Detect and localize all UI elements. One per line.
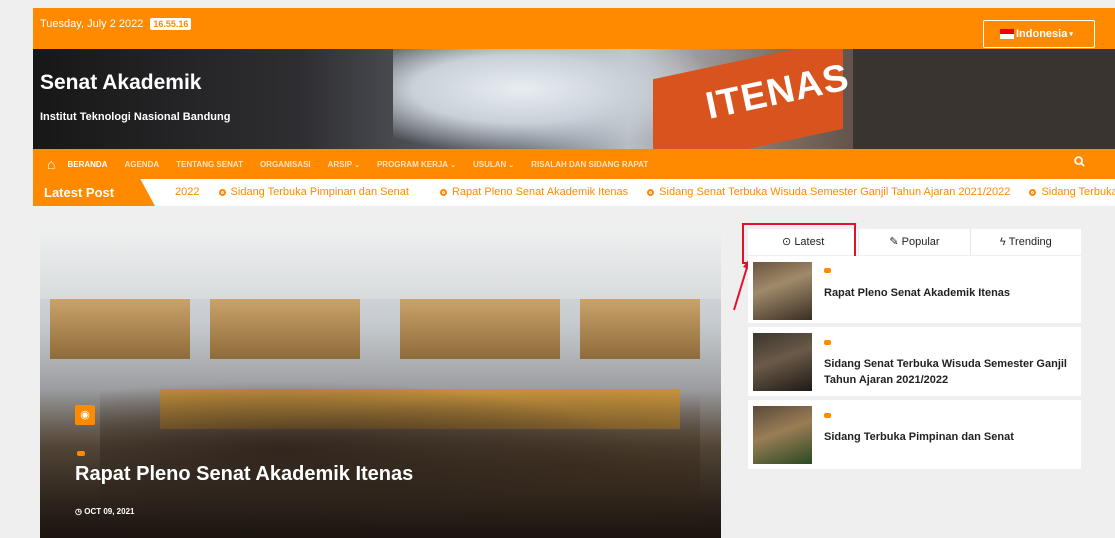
bullet-icon xyxy=(218,188,226,196)
nav-program-kerja[interactable]: Program Kerja ⌄ xyxy=(377,160,456,169)
latest-post-item[interactable]: Sidang Senat Terbuka Wisuda Semester Gan… xyxy=(748,327,1081,396)
post-title[interactable]: Sidang Senat Terbuka Wisuda Semester Gan… xyxy=(824,356,1071,388)
nav-risalah[interactable]: Risalah dan Sidang Rapat xyxy=(531,160,648,169)
post-thumbnail[interactable] xyxy=(753,262,812,320)
chevron-down-icon: ⌄ xyxy=(354,161,360,169)
photo-window xyxy=(210,299,360,359)
search-icon[interactable] xyxy=(1074,156,1085,170)
ticker-item[interactable]: 2022 xyxy=(175,186,199,198)
latest-post-ticker: Latest Post 2022 Sidang Terbuka Pimpinan… xyxy=(33,179,1115,206)
nav-program-kerja-label: Program Kerja xyxy=(376,159,449,169)
latest-post-item[interactable]: Rapat Pleno Senat Akademik Itenas xyxy=(748,256,1081,323)
indonesia-flag-icon xyxy=(1000,29,1014,39)
nav-tentang-senat[interactable]: Tentang Senat xyxy=(176,160,243,169)
category-badge[interactable] xyxy=(824,340,831,345)
post-title[interactable]: Rapat Pleno Senat Akademik Itenas xyxy=(824,285,1071,301)
main-navigation: ⌂ Beranda Agenda Tentang Senat Organisas… xyxy=(33,149,1115,179)
ticker-item-text: Sidang Terbuka Pir xyxy=(1041,186,1115,198)
header-banner: ITENAS Senat Akademik Institut Teknologi… xyxy=(33,49,1115,149)
ticker-label: Latest Post xyxy=(33,179,155,206)
bolt-icon: ϟ xyxy=(999,236,1006,248)
ticker-item[interactable]: Rapat Pleno Senat Akademik Itenas xyxy=(439,186,629,198)
nav-arsip[interactable]: Arsip ⌄ xyxy=(328,160,360,169)
nav-usulan-label: Usulan xyxy=(472,159,507,169)
site-title[interactable]: Senat Akademik xyxy=(40,71,201,95)
ticker-track: 2022 Sidang Terbuka Pimpinan dan Senat R… xyxy=(175,186,1115,198)
tab-popular[interactable]: ✎ Popular xyxy=(859,229,971,255)
nav-agenda[interactable]: Agenda xyxy=(124,160,159,169)
ticker-item-text: 2022 xyxy=(175,186,200,198)
chevron-down-icon: ⌄ xyxy=(450,161,456,169)
post-thumbnail[interactable] xyxy=(753,406,812,464)
language-label: Indonesia xyxy=(1016,28,1068,40)
photo-ceiling xyxy=(40,229,721,299)
nav-arsip-label: Arsip xyxy=(327,159,353,169)
tab-trending[interactable]: ϟ Trending xyxy=(971,229,1081,255)
featured-post[interactable]: ◉ Rapat Pleno Senat Akademik Itenas ◷ OC… xyxy=(40,229,721,538)
featured-title[interactable]: Rapat Pleno Senat Akademik Itenas xyxy=(75,463,413,486)
ticker-item[interactable]: Sidang Terbuka Pir xyxy=(1029,186,1115,198)
banner-building-right xyxy=(853,49,1115,149)
category-badge[interactable] xyxy=(824,268,831,273)
date-display: Tuesday, July 2 2022 16.55.16 xyxy=(40,18,192,30)
bullet-icon xyxy=(1029,188,1037,196)
ticker-item-text: Sidang Terbuka Pimpinan dan Senat xyxy=(230,186,409,198)
date-text: Tuesday, July 2 2022 xyxy=(40,18,144,30)
nav-organisasi[interactable]: Organisasi xyxy=(260,160,311,169)
featured-date-text: OCT 09, 2021 xyxy=(84,507,135,516)
ticker-item-text: Sidang Senat Terbuka Wisuda Semester Gan… xyxy=(659,186,1011,198)
caret-down-icon: ▾ xyxy=(1069,31,1073,38)
category-badge[interactable] xyxy=(824,413,831,418)
site-header: Tuesday, July 2 2022 16.55.16 Indonesia … xyxy=(33,8,1115,206)
latest-post-item[interactable]: Sidang Terbuka Pimpinan dan Senat xyxy=(748,400,1081,469)
category-badge[interactable] xyxy=(77,451,85,456)
language-selector[interactable]: Indonesia ▾ xyxy=(983,20,1095,48)
nav-beranda[interactable]: Beranda xyxy=(67,160,107,169)
top-bar: Tuesday, July 2 2022 16.55.16 Indonesia … xyxy=(33,8,1115,49)
tab-popular-label: Popular xyxy=(901,236,940,248)
fire-icon: ✎ xyxy=(889,236,899,248)
camera-icon[interactable]: ◉ xyxy=(75,405,95,425)
photo-window xyxy=(580,299,700,359)
bullet-icon xyxy=(647,188,655,196)
clock-icon: ◷ xyxy=(75,507,82,516)
site-subtitle: Institut Teknologi Nasional Bandung xyxy=(40,111,231,123)
tab-trending-label: Trending xyxy=(1008,236,1052,248)
photo-window xyxy=(400,299,560,359)
clock-badge: 16.55.16 xyxy=(150,18,192,30)
ticker-item[interactable]: Sidang Senat Terbuka Wisuda Semester Gan… xyxy=(647,186,1010,198)
ticker-item[interactable]: Sidang Terbuka Pimpinan dan Senat xyxy=(218,186,409,198)
bullet-icon xyxy=(439,188,447,196)
nav-usulan[interactable]: Usulan ⌄ xyxy=(473,160,514,169)
home-icon[interactable]: ⌂ xyxy=(47,156,55,172)
chevron-down-icon: ⌄ xyxy=(508,161,515,169)
post-thumbnail[interactable] xyxy=(753,333,812,391)
featured-date: ◷ OCT 09, 2021 xyxy=(75,507,134,516)
post-title[interactable]: Sidang Terbuka Pimpinan dan Senat xyxy=(824,429,1071,445)
photo-window xyxy=(50,299,190,359)
ticker-item-text: Rapat Pleno Senat Akademik Itenas xyxy=(451,186,629,198)
